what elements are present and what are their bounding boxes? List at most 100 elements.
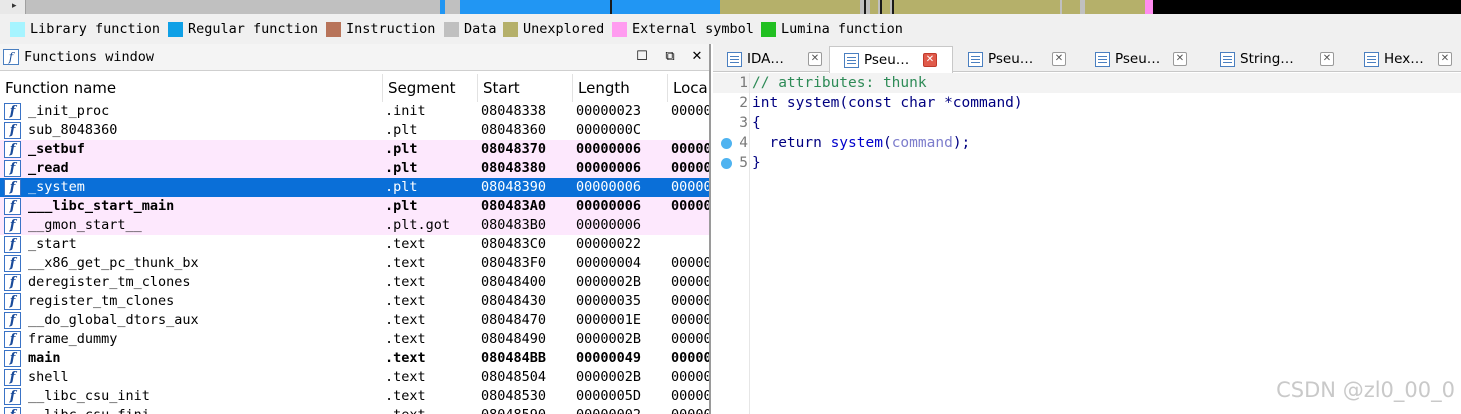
function-local-cell: 00000 xyxy=(671,160,711,176)
function-local-cell: 00000 xyxy=(671,198,711,214)
function-local-cell: 00000 xyxy=(671,369,711,385)
function-row[interactable]: f deregister_tm_clones .text 08048400 000000… xyxy=(0,273,709,292)
function-segment-cell: .text xyxy=(385,293,426,309)
legend-item: Unexplored xyxy=(503,20,604,38)
column-header-segment[interactable]: Segment xyxy=(383,74,478,102)
function-local-cell: 00000 xyxy=(671,312,711,328)
code-token: return xyxy=(752,135,831,151)
code-line[interactable]: 5} xyxy=(713,153,1461,173)
function-row[interactable]: f _start .text 080483C0 00000022 xyxy=(0,235,709,254)
tab-close-icon[interactable]: ✕ xyxy=(808,52,822,66)
function-name-cell: ___libc_start_main xyxy=(28,198,175,214)
legend-item: Library function xyxy=(10,20,160,38)
function-row[interactable]: f ___libc_start_main .plt 080483A0 00000006 0… xyxy=(0,197,711,216)
tab-view-icon xyxy=(968,52,983,67)
tab[interactable]: Hex… ✕ xyxy=(1350,46,1460,72)
function-name-cell: _read xyxy=(28,160,69,176)
column-header-local[interactable]: Local xyxy=(668,74,709,102)
legend-swatch xyxy=(612,21,627,37)
tab-close-icon[interactable]: ✕ xyxy=(1052,52,1066,66)
function-icon: f xyxy=(4,369,21,386)
nav-segment xyxy=(894,0,1060,14)
code-line[interactable]: 2 int system(const char *command) xyxy=(713,93,1461,113)
function-row[interactable]: f __x86_get_pc_thunk_bx .text 080483F0 00000… xyxy=(0,254,709,273)
function-row[interactable]: f sub_8048360 .plt 08048360 0000000C xyxy=(0,121,709,140)
code-token: system xyxy=(830,135,883,151)
tab-close-icon[interactable]: ✕ xyxy=(1320,52,1334,66)
function-row[interactable]: f __do_global_dtors_aux .text 08048470 00000… xyxy=(0,311,711,330)
legend-label: External symbol xyxy=(632,21,754,37)
function-start-cell: 080483C0 xyxy=(481,236,547,252)
legend-item: Lumina function xyxy=(761,20,903,38)
column-header-function-name[interactable]: Function name xyxy=(0,74,383,102)
function-local-cell: 00000 xyxy=(671,350,711,366)
function-row[interactable]: f _init_proc .init 08048338 00000023 00000 xyxy=(0,102,709,121)
tab-view-icon xyxy=(844,53,859,68)
navigation-band[interactable]: ▸ xyxy=(0,0,1461,14)
legend-label: Instruction xyxy=(346,21,436,37)
function-length-cell: 00000006 xyxy=(576,179,642,195)
function-start-cell: 08048530 xyxy=(481,388,547,404)
function-start-cell: 08048360 xyxy=(481,122,547,138)
function-local-cell: 00000 xyxy=(671,179,711,195)
function-name-cell: __do_global_dtors_aux xyxy=(28,312,199,328)
function-local-cell: 00000 xyxy=(671,331,711,347)
legend-swatch xyxy=(10,21,25,37)
function-icon: f xyxy=(4,293,21,310)
function-icon: f xyxy=(4,160,21,177)
function-start-cell: 08048470 xyxy=(481,312,547,328)
tab-view-icon xyxy=(727,52,742,67)
tab-close-icon[interactable]: ✕ xyxy=(1438,52,1452,66)
function-icon: f xyxy=(3,49,19,65)
tab-label: Pseu… xyxy=(988,51,1034,67)
nav-scroll-button[interactable]: ▸ xyxy=(0,0,26,14)
code-line[interactable]: 3{ xyxy=(713,113,1461,133)
function-row[interactable]: f _setbuf .plt 08048370 00000006 00000 xyxy=(0,140,709,159)
function-segment-cell: .text xyxy=(385,369,426,385)
nav-segment xyxy=(1062,0,1080,14)
function-row[interactable]: f _read .plt 08048380 00000006 00000 xyxy=(0,159,711,178)
function-name-cell: _setbuf xyxy=(28,141,85,157)
function-length-cell: 00000023 xyxy=(576,103,642,119)
code-token: command xyxy=(891,135,953,151)
function-row[interactable]: f shell .text 08048504 0000002B 00000 xyxy=(0,368,711,387)
pseudocode-view[interactable]: 1// attributes: thunk 2 int system(const c… xyxy=(713,73,1461,414)
tab[interactable]: Pseu… ✕ xyxy=(829,46,953,73)
function-segment-cell: .plt.got xyxy=(385,217,451,233)
function-local-cell: 00000 xyxy=(671,406,709,414)
tab-close-icon[interactable]: ✕ xyxy=(1173,52,1187,66)
restore-window-button[interactable]: ☐ xyxy=(632,48,652,66)
code-token: ( xyxy=(882,135,892,151)
code-line[interactable]: 1// attributes: thunk xyxy=(713,73,1461,93)
function-icon: f xyxy=(4,407,21,414)
function-row[interactable]: f __gmon_start__ .plt.got 080483B0 00000006 xyxy=(0,216,709,235)
tab[interactable]: String… ✕ xyxy=(1206,46,1349,72)
function-name-cell: deregister_tm_clones xyxy=(28,274,191,290)
column-header-length[interactable]: Length xyxy=(573,74,668,102)
function-row[interactable]: f register_tm_clones .text 08048430 00000035… xyxy=(0,292,709,311)
float-window-button[interactable]: ⧉ xyxy=(660,48,680,66)
function-icon: f xyxy=(4,274,21,291)
legend-swatch xyxy=(444,21,459,37)
function-start-cell: 08048400 xyxy=(481,274,547,290)
function-length-cell: 00000006 xyxy=(576,160,642,176)
function-row[interactable]: f _system .plt 08048390 00000006 00000 xyxy=(0,178,711,197)
function-row[interactable]: f __libc_csu_fini .text 08048590 00000002 000… xyxy=(0,406,709,414)
code-token: ) xyxy=(1013,95,1023,111)
function-icon: f xyxy=(4,198,21,215)
tab[interactable]: IDA… ✕ xyxy=(713,46,828,72)
code-line[interactable]: 4 return system(command); xyxy=(713,133,1461,153)
function-icon: f xyxy=(4,122,21,139)
tab[interactable]: Pseu… ✕ xyxy=(1081,46,1205,72)
function-start-cell: 080483B0 xyxy=(481,217,547,233)
function-row[interactable]: f __libc_csu_init .text 08048530 0000005D 000… xyxy=(0,387,709,406)
function-name-cell: _init_proc xyxy=(28,103,110,119)
tab-close-icon[interactable]: ✕ xyxy=(923,53,937,67)
function-row[interactable]: f main .text 080484BB 00000049 00000 xyxy=(0,349,711,368)
pseudocode-pane: IDA… ✕ Pseu… ✕ Pseu… ✕ Pseu… ✕ String… ✕ Hex… ✕ 1//… xyxy=(713,44,1461,414)
tab[interactable]: Pseu… ✕ xyxy=(954,46,1080,72)
close-window-button[interactable]: ✕ xyxy=(687,48,707,66)
column-header-start[interactable]: Start xyxy=(478,74,573,102)
function-row[interactable]: f frame_dummy .text 08048490 0000002B 00000 xyxy=(0,330,711,349)
function-name-cell: frame_dummy xyxy=(28,331,118,347)
